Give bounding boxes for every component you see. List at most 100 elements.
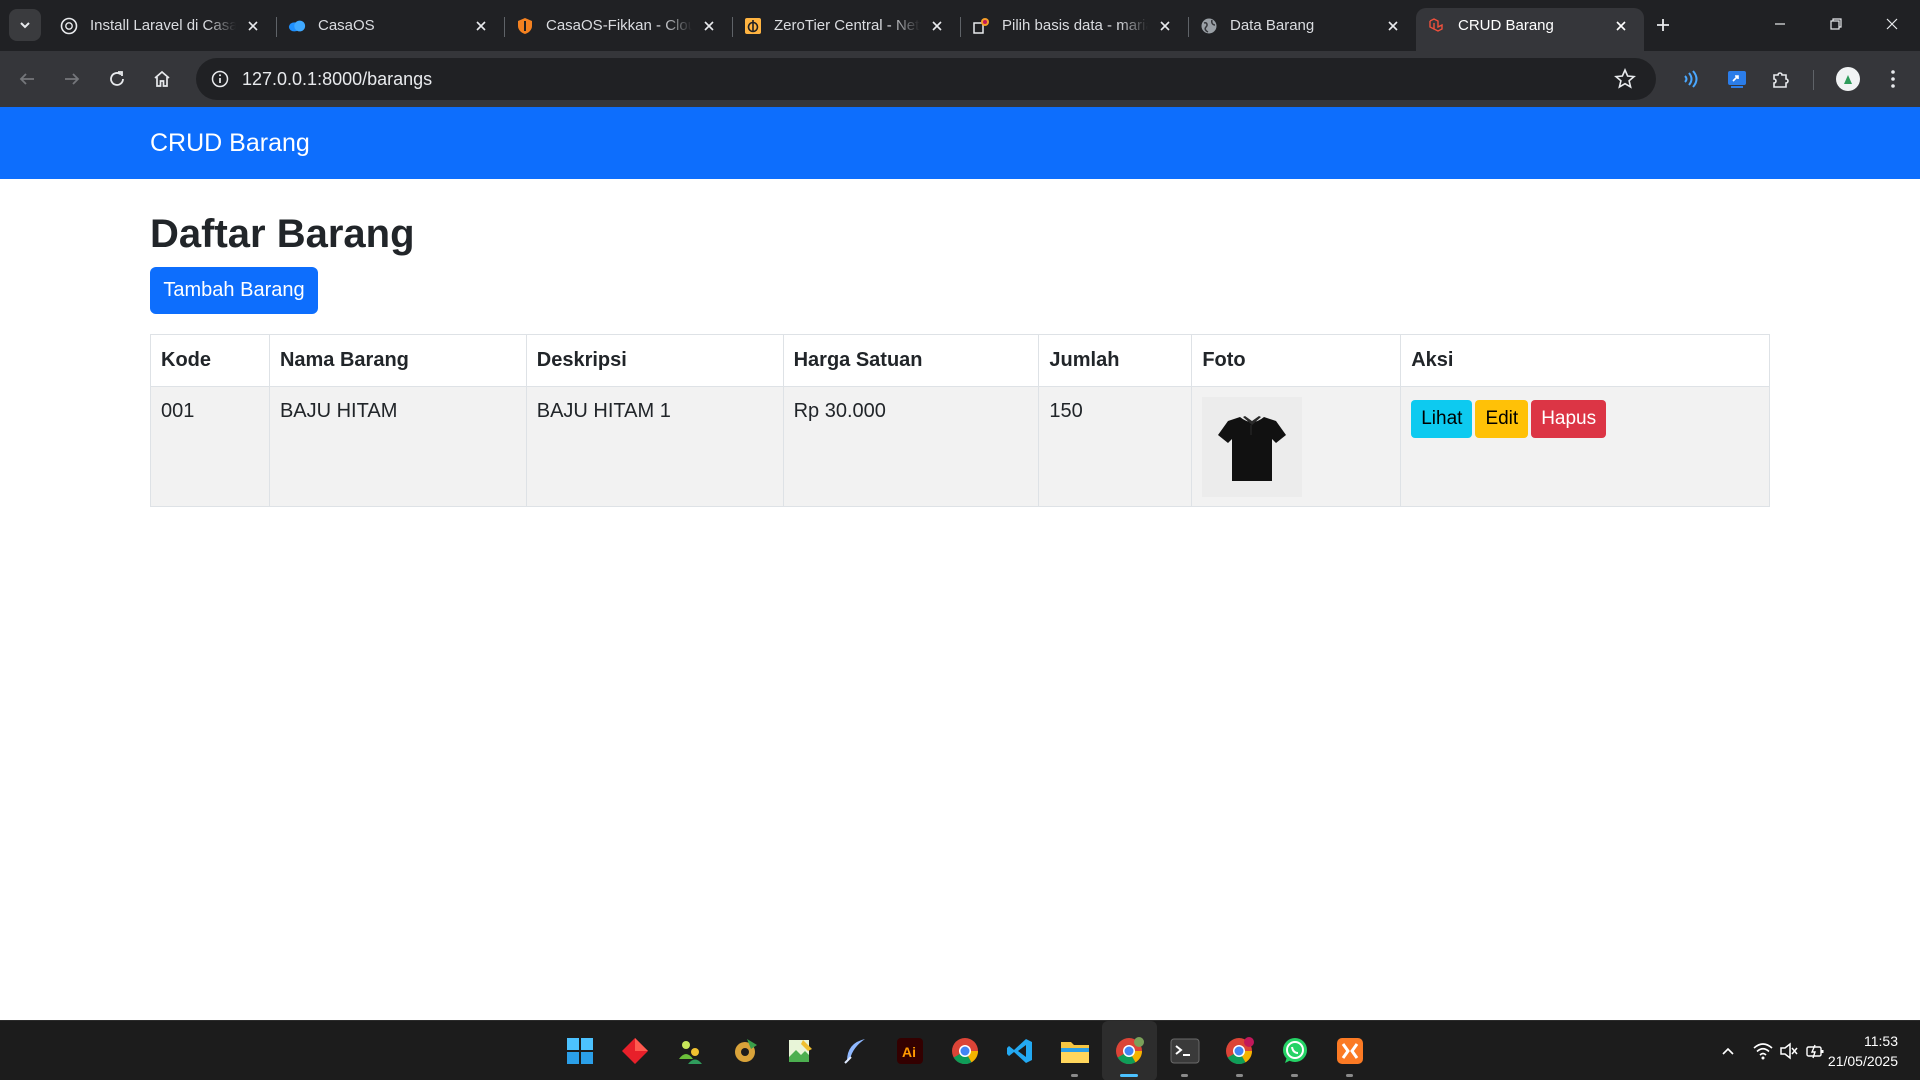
taskbar-app-network[interactable] <box>662 1021 717 1080</box>
battery-icon[interactable] <box>1804 1040 1826 1062</box>
restore-button[interactable] <box>1808 0 1864 48</box>
app-navbar: CRUD Barang <box>0 107 1920 179</box>
taskbar-app-chrome-gmail[interactable] <box>1212 1021 1267 1080</box>
window-controls <box>1752 0 1920 48</box>
shield-icon <box>516 17 534 35</box>
tab-search-button[interactable] <box>9 9 41 41</box>
plus-icon <box>1657 19 1669 31</box>
restore-icon <box>1830 18 1842 30</box>
running-indicator <box>1346 1074 1353 1077</box>
close-icon[interactable] <box>244 17 262 35</box>
browser-menu-icon[interactable] <box>1880 66 1906 92</box>
delete-button[interactable]: Hapus <box>1531 400 1607 438</box>
tab-title: CasaOS <box>318 17 375 34</box>
minimize-icon <box>1775 23 1785 25</box>
site-info-icon[interactable] <box>208 67 232 91</box>
cell-harga-satuan: Rp 30.000 <box>782 386 1040 507</box>
tab-crud-barang[interactable]: CRUD Barang <box>1416 8 1644 51</box>
view-button[interactable]: Lihat <box>1411 400 1473 438</box>
taskbar-app-file-explorer[interactable] <box>1047 1021 1102 1080</box>
tab-install-laravel[interactable]: Install Laravel di CasaOS <box>48 8 277 43</box>
cell-nama-barang: BAJU HITAM <box>268 386 527 507</box>
column-header-jumlah: Jumlah <box>1038 334 1193 387</box>
forward-button[interactable] <box>56 63 88 95</box>
svg-text:Ai: Ai <box>902 1044 916 1060</box>
back-button[interactable] <box>11 63 43 95</box>
tab-data-barang[interactable]: Data Barang <box>1188 8 1416 43</box>
tab-title: ZeroTier Central - Networks <box>774 17 920 34</box>
tab-title: Data Barang <box>1230 17 1315 34</box>
taskbar-app-terminal[interactable] <box>1157 1021 1212 1080</box>
edit-button[interactable]: Edit <box>1475 400 1529 438</box>
system-clock[interactable]: 11:53 21/05/2025 <box>1828 1031 1898 1071</box>
tab-list: Install Laravel di CasaOS CasaOS CasaOS-… <box>48 8 1644 51</box>
taskbar-app-xampp[interactable] <box>1322 1021 1377 1080</box>
reload-button[interactable] <box>101 63 133 95</box>
chevron-up-icon[interactable] <box>1717 1040 1739 1062</box>
navbar-brand[interactable]: CRUD Barang <box>150 129 310 158</box>
wifi-icon[interactable] <box>1752 1040 1774 1062</box>
browser-tab-strip: Install Laravel di CasaOS CasaOS CasaOS-… <box>0 0 1920 51</box>
document-edit-icon <box>788 1040 812 1062</box>
close-window-button[interactable] <box>1864 0 1920 48</box>
arrow-right-icon <box>65 73 80 85</box>
clock-date: 21/05/2025 <box>1827 1053 1898 1069</box>
close-icon[interactable] <box>1156 17 1174 35</box>
arrow-left-icon <box>19 73 34 85</box>
toolbar-divider <box>1813 70 1814 90</box>
profile-avatar[interactable] <box>1835 66 1861 92</box>
chevron-down-icon <box>20 22 30 29</box>
tab-cloudflare[interactable]: CasaOS-Fikkan - Cloudflare <box>504 8 733 43</box>
new-tab-button[interactable] <box>1650 12 1676 38</box>
running-indicator <box>1120 1074 1138 1077</box>
taskbar-app-feather[interactable] <box>827 1021 882 1080</box>
gear-tools-icon <box>734 1039 757 1062</box>
tab-zerotier[interactable]: ZeroTier Central - Networks <box>732 8 961 43</box>
close-icon <box>1886 18 1898 30</box>
column-header-foto: Foto <box>1191 334 1402 387</box>
close-icon[interactable] <box>700 17 718 35</box>
whatsapp-icon <box>1282 1038 1307 1063</box>
close-icon[interactable] <box>472 17 490 35</box>
cell-foto <box>1191 386 1402 507</box>
column-header-aksi: Aksi <box>1400 334 1770 387</box>
taskbar-apps: Ai <box>552 1021 1377 1080</box>
home-button[interactable] <box>146 63 178 95</box>
taskbar-app-whatsapp[interactable] <box>1267 1021 1322 1080</box>
column-header-nama-barang: Nama Barang <box>268 334 527 387</box>
chrome-profile-icon <box>1115 1037 1144 1065</box>
tab-phpmyadmin[interactable]: Pilih basis data - mariadb <box>960 8 1189 43</box>
xampp-icon <box>1336 1038 1363 1064</box>
taskbar-app-editor[interactable] <box>772 1021 827 1080</box>
browser-toolbar: 127.0.0.1:8000/barangs <box>0 51 1920 107</box>
close-icon[interactable] <box>1612 17 1630 35</box>
tab-title: CasaOS-Fikkan - Cloudflare <box>546 17 692 34</box>
address-bar[interactable]: 127.0.0.1:8000/barangs <box>196 58 1656 100</box>
taskbar-app-chrome[interactable] <box>937 1021 992 1080</box>
add-item-button[interactable]: Tambah Barang <box>150 267 318 314</box>
url-text: 127.0.0.1:8000/barangs <box>242 68 433 89</box>
taskbar-app-illustrator[interactable]: Ai <box>882 1021 937 1080</box>
column-header-harga-satuan: Harga Satuan <box>782 334 1040 387</box>
taskbar-app-diamond[interactable] <box>607 1021 662 1080</box>
close-icon[interactable] <box>928 17 946 35</box>
tab-title: Pilih basis data - mariadb <box>1002 17 1148 34</box>
tts-extension-icon[interactable] <box>1677 66 1703 92</box>
volume-muted-icon[interactable] <box>1778 1040 1800 1062</box>
bookmark-star-icon[interactable] <box>1614 67 1636 90</box>
extensions-puzzle-icon[interactable] <box>1768 66 1794 92</box>
minimize-button[interactable] <box>1752 0 1808 48</box>
vscode-icon <box>1006 1039 1032 1063</box>
taskbar-app-tools[interactable] <box>717 1021 772 1080</box>
close-icon[interactable] <box>1384 17 1402 35</box>
taskbar-app-chrome-profile[interactable] <box>1102 1021 1157 1080</box>
windows-taskbar: Ai 11:53 21/05/2025 <box>0 1020 1920 1080</box>
chrome-icon <box>951 1038 978 1065</box>
start-button[interactable] <box>552 1021 607 1080</box>
column-header-kode: Kode <box>150 334 270 387</box>
globe-icon <box>1200 17 1218 35</box>
screen-share-extension-icon[interactable] <box>1724 66 1750 92</box>
taskbar-app-vscode[interactable] <box>992 1021 1047 1080</box>
tab-casaos[interactable]: CasaOS <box>276 8 505 43</box>
reload-icon <box>110 71 124 86</box>
